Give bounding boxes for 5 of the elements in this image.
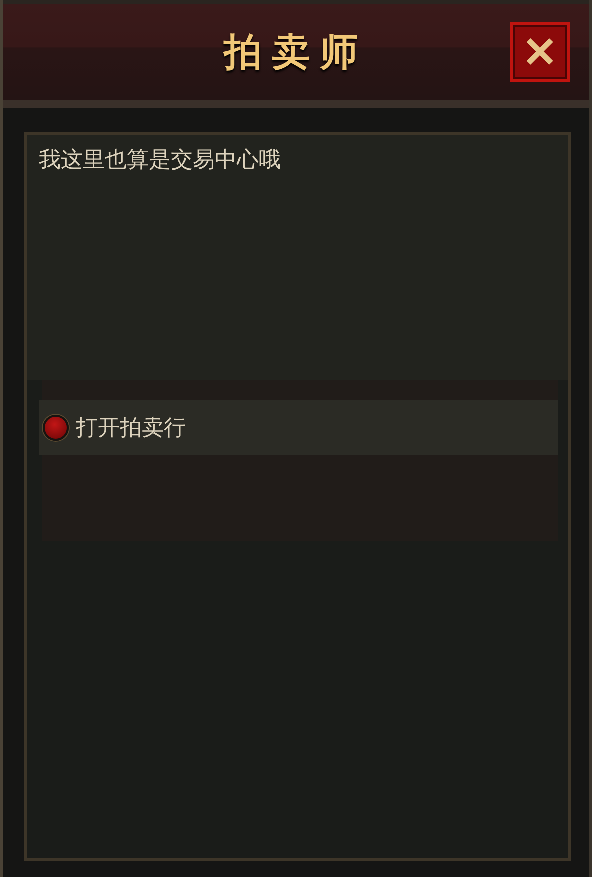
close-button[interactable]: ✕ — [510, 22, 570, 82]
option-button[interactable]: 打开拍卖行 — [39, 400, 558, 455]
dialog-text: 我这里也算是交易中心哦 — [27, 135, 568, 380]
bullet-icon — [43, 414, 69, 440]
window-title: 拍卖师 — [224, 30, 368, 76]
